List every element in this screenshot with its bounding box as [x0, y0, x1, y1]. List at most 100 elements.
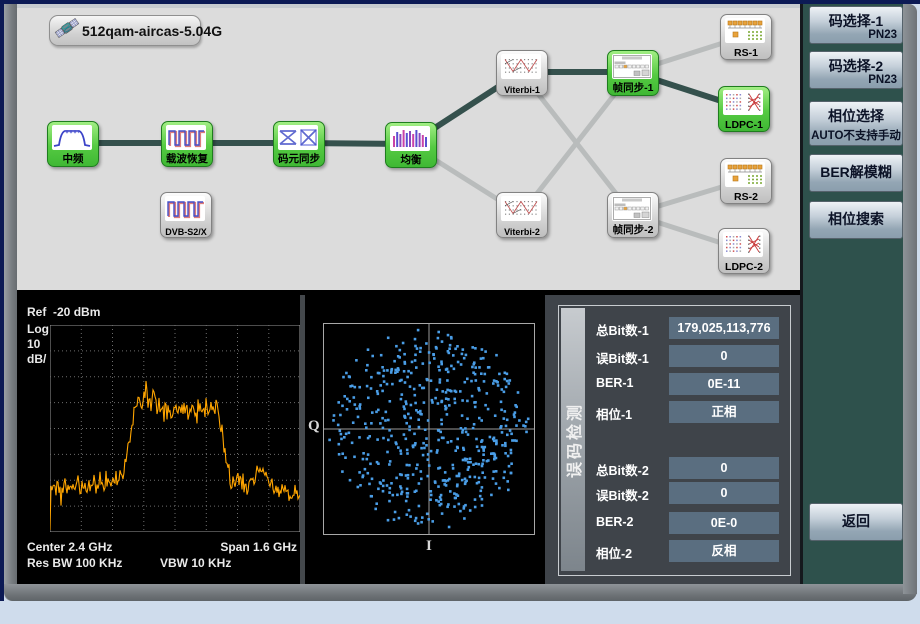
frame-table-icon	[612, 196, 652, 221]
frame-bottom-bar	[4, 584, 917, 601]
flow-node-label: RS-1	[721, 47, 771, 59]
ber-row-label: 相位-2	[596, 543, 632, 562]
sidebar-button-2[interactable]: 码选择-2PN23	[809, 51, 903, 89]
rs-circuit-icon	[725, 162, 765, 187]
sidebar-button-label: BER解模糊	[810, 162, 902, 182]
sidebar-button-1[interactable]: 码选择-1PN23	[809, 6, 903, 44]
i-axis-label: I	[426, 538, 432, 555]
ber-row-1-3: 相位-1 正相	[596, 401, 779, 423]
flow-node-viterbi2[interactable]: Viterbi-2	[496, 192, 548, 238]
flow-diagram-layer: 512qam-aircas-5.04G 中频 载波恢复 码元同步 均衡 DVB-S2/X…	[0, 0, 920, 292]
flow-node-label: Viterbi-2	[497, 227, 547, 237]
flow-node-dvb[interactable]: DVB-S2/X	[160, 192, 212, 238]
ber-row-label: 误Bit数-2	[596, 485, 649, 504]
ber-row-1-1: 误Bit数-1 0	[596, 345, 779, 367]
spectrum-analyzer-panel: Ref -20 dBm Log 10 dB/ Center 2.4 GHz Sp…	[17, 295, 300, 584]
ber-row-label: 总Bit数-1	[596, 320, 649, 339]
ber-row-1-2: BER-10E-11	[596, 373, 779, 395]
ber-row-2-2: BER-2 0E-0	[596, 512, 779, 534]
spectrum-plot	[50, 325, 300, 532]
sidebar-button-label: 相位搜索	[810, 209, 902, 229]
flow-node-label: 帧同步-2	[608, 222, 658, 237]
ldpc-graph-icon	[723, 232, 763, 257]
flow-node-eq[interactable]: 均衡	[385, 122, 437, 168]
flow-node-label: LDPC-1	[719, 119, 769, 131]
ber-row-value: 反相	[669, 540, 779, 562]
flow-node-label: 码元同步	[274, 151, 324, 166]
ber-title-strip: 误码检测	[561, 308, 585, 571]
flow-node-frame1[interactable]: 帧同步-1	[607, 50, 659, 96]
spectrum-ref-label: Ref -20 dBm	[27, 305, 100, 319]
flow-node-if[interactable]: 中频	[47, 121, 99, 167]
flow-node-label: LDPC-2	[719, 261, 769, 273]
flow-node-ldpc1[interactable]: LDPC-1	[718, 86, 770, 132]
flow-node-label: 帧同步-1	[608, 80, 658, 95]
ber-row-label: BER-1	[596, 376, 634, 390]
ber-title: 误码检测	[561, 401, 585, 477]
squarewave-icon	[166, 125, 206, 150]
ber-row-label: 总Bit数-2	[596, 460, 649, 479]
spectrum-scale-value: 10	[27, 337, 40, 351]
ber-row-value: 0	[669, 345, 779, 367]
flow-node-symsync[interactable]: 码元同步	[273, 121, 325, 167]
frame-table-icon	[612, 54, 652, 79]
spectrum-log-label: Log	[27, 322, 49, 336]
spectrum-vbw-label: VBW 10 KHz	[160, 556, 231, 570]
sidebar-button-sublabel: PN23	[868, 74, 897, 86]
q-axis-label: Q	[308, 418, 320, 435]
flow-node-label: 载波恢复	[162, 151, 212, 166]
ber-row-value: 0	[669, 457, 779, 479]
flow-node-ldpc2[interactable]: LDPC-2	[718, 228, 770, 274]
flow-node-frame2[interactable]: 帧同步-2	[607, 192, 659, 238]
sidebar-button-label: 码选择-2	[810, 56, 902, 76]
app-window: { "header": { "source_label": "512qam-ai…	[0, 0, 920, 624]
flow-node-carrier[interactable]: 载波恢复	[161, 121, 213, 167]
ber-row-1-0: 总Bit数-1 179,025,113,776	[596, 317, 779, 339]
sidebar-button-label: 相位选择	[810, 106, 902, 126]
spectrum-center-label: Center 2.4 GHz	[27, 540, 112, 554]
trellis-icon	[501, 54, 541, 79]
rs-circuit-icon	[725, 18, 765, 43]
ber-row-value: 0	[669, 482, 779, 504]
sidebar-button-sublabel: AUTO不支持手动	[810, 127, 902, 143]
constellation-dots	[324, 324, 534, 534]
back-button[interactable]: 返回	[809, 503, 903, 541]
spectrum-span-label: Span 1.6 GHz	[220, 540, 297, 554]
ldpc-graph-icon	[723, 90, 763, 115]
flow-node-viterbi1[interactable]: Viterbi-1	[496, 50, 548, 96]
sidebar: 码选择-1PN23码选择-2PN23相位选择AUTO不支持手动BER解模糊相位搜…	[800, 4, 903, 584]
constellation-box	[323, 323, 535, 535]
flow-node-rs2[interactable]: RS-2	[720, 158, 772, 204]
back-button-label: 返回	[810, 511, 902, 531]
ber-row-label: 相位-1	[596, 404, 632, 423]
ber-box: 误码检测 总Bit数-1 179,025,113,776 误Bit数-1 0 BER-1…	[558, 305, 791, 576]
sidebar-button-4[interactable]: BER解模糊	[809, 154, 903, 192]
trellis-icon	[501, 196, 541, 221]
bars-icon	[390, 126, 430, 151]
signal-source-button[interactable]: 512qam-aircas-5.04G	[49, 15, 201, 46]
bandpass-icon	[52, 125, 92, 150]
ber-row-2-3: 相位-2 反相	[596, 540, 779, 562]
flow-node-label: 均衡	[386, 152, 436, 167]
sidebar-button-3[interactable]: 相位选择AUTO不支持手动	[809, 101, 903, 146]
ber-row-value: 179,025,113,776	[669, 317, 779, 339]
ber-row-value: 0E-0	[669, 512, 779, 534]
flow-node-rs1[interactable]: RS-1	[720, 14, 772, 60]
signal-source-label: 512qam-aircas-5.04G	[82, 23, 222, 39]
sidebar-button-sublabel: PN23	[868, 29, 897, 41]
flow-node-label: 中频	[48, 151, 98, 166]
spectrum-rbw-label: Res BW 100 KHz	[27, 556, 122, 570]
satellite-icon	[54, 15, 80, 46]
constellation-panel: Q I	[305, 295, 545, 584]
spectrum-trace	[50, 381, 300, 530]
ber-row-2-0: 总Bit数-2 0	[596, 457, 779, 479]
flow-node-label: RS-2	[721, 191, 771, 203]
ber-row-label: BER-2	[596, 515, 634, 529]
ber-row-2-1: 误Bit数-2 0	[596, 482, 779, 504]
eye-diagram-icon	[278, 125, 318, 150]
ber-row-value: 正相	[669, 401, 779, 423]
ber-panel: 误码检测 总Bit数-1 179,025,113,776 误Bit数-1 0 BER-1…	[545, 295, 800, 584]
ber-row-label: 误Bit数-1	[596, 348, 649, 367]
squarewave-icon	[165, 196, 205, 221]
sidebar-button-5[interactable]: 相位搜索	[809, 201, 903, 239]
